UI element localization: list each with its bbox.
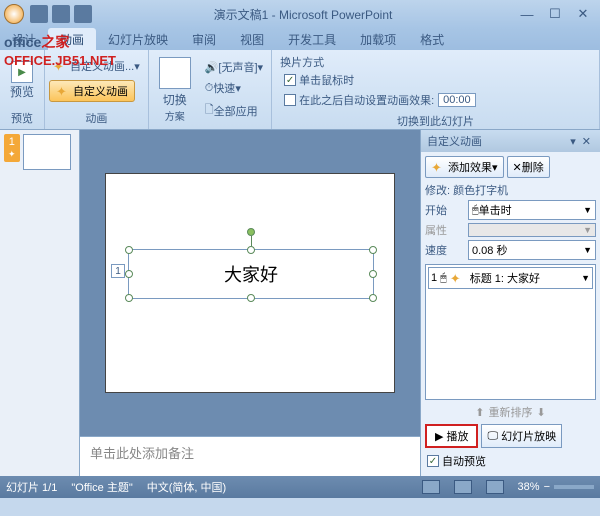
zoom-control[interactable]: 38% −	[518, 481, 594, 493]
slide-thumbnail[interactable]: 1✦	[4, 134, 75, 170]
theme-label: "Office 主题"	[71, 479, 132, 495]
checkbox-icon: ✓	[427, 455, 439, 467]
zoom-out-button[interactable]: −	[544, 481, 550, 493]
start-select[interactable]: 🖱 单击时▼	[468, 200, 596, 220]
start-label: 开始	[425, 202, 465, 218]
property-select: ▼	[468, 223, 596, 237]
taskpane-close-icon[interactable]: ✕	[579, 135, 594, 148]
task-pane-title: 自定义动画 ▾ ✕	[421, 130, 600, 152]
slide-count: 幻灯片 1/1	[6, 479, 57, 495]
zoom-slider[interactable]	[554, 485, 594, 489]
resize-handle[interactable]	[125, 270, 133, 278]
textbox-content[interactable]: 大家好	[129, 250, 373, 300]
slideshow-button[interactable]: 🖵 幻灯片放映	[481, 424, 562, 448]
resize-handle[interactable]	[125, 246, 133, 254]
speed-dropdown[interactable]: ⏱ 快速 ▾	[201, 78, 267, 98]
sound-dropdown[interactable]: 🔊 [无声音] ▾	[201, 57, 267, 77]
move-up-button: ⬆	[475, 406, 484, 419]
custom-animation-button[interactable]: 自定义动画	[49, 80, 135, 102]
remove-effect-button[interactable]: ✕ 删除	[507, 156, 550, 178]
move-down-button: ⬇	[537, 406, 546, 419]
titlebar: 演示文稿1 - Microsoft PowerPoint — ☐ ✕	[0, 0, 600, 28]
editor: 1 大家好 单击此处添加备注	[80, 130, 420, 476]
animation-tag[interactable]: 1	[111, 264, 125, 278]
checkbox-icon	[284, 94, 296, 106]
tab-review[interactable]: 审阅	[180, 28, 228, 50]
apply-all-button[interactable]: 🗋 全部应用	[201, 99, 267, 122]
tab-developer[interactable]: 开发工具	[276, 28, 348, 50]
ribbon-group-transition: 换片方式 ✓ 单击鼠标时 在此之后自动设置动画效果: 00:00 切换到此幻灯片	[272, 50, 600, 129]
slide-canvas[interactable]: 1 大家好	[105, 173, 395, 393]
view-normal-button[interactable]	[422, 480, 440, 494]
minimize-button[interactable]: —	[514, 5, 540, 23]
speed-label: 速度	[425, 242, 465, 258]
taskpane-dropdown-icon[interactable]: ▾	[567, 135, 579, 148]
office-button[interactable]	[4, 4, 24, 24]
tab-addins[interactable]: 加载项	[348, 28, 408, 50]
effect-item[interactable]: 1 🖱 标题 1: 大家好 ▼	[428, 267, 593, 289]
auto-time-input[interactable]: 00:00	[438, 93, 476, 107]
tab-view[interactable]: 视图	[228, 28, 276, 50]
maximize-button[interactable]: ☐	[542, 5, 568, 23]
resize-handle[interactable]	[369, 246, 377, 254]
play-button[interactable]: ▶ 播放	[425, 424, 478, 448]
effect-list[interactable]: 1 🖱 标题 1: 大家好 ▼	[425, 264, 596, 400]
add-effect-button[interactable]: 添加效果 ▾	[425, 156, 504, 178]
workspace: 1✦ 1 大家好	[0, 130, 600, 476]
auto-preview-checkbox[interactable]: ✓ 自动预览	[425, 450, 596, 472]
transition-title: 换片方式	[280, 54, 324, 70]
watermark: office之家 OFFICE.JB51.NET	[4, 32, 116, 68]
tab-format[interactable]: 格式	[408, 28, 456, 50]
on-click-checkbox[interactable]: ✓ 单击鼠标时	[280, 70, 358, 90]
resize-handle[interactable]	[125, 294, 133, 302]
star-icon	[450, 271, 464, 285]
qat-redo-icon[interactable]	[74, 5, 92, 23]
window-title: 演示文稿1 - Microsoft PowerPoint	[94, 6, 512, 23]
resize-handle[interactable]	[247, 294, 255, 302]
view-slideshow-button[interactable]	[486, 480, 504, 494]
qat-undo-icon[interactable]	[52, 5, 70, 23]
modify-label: 修改: 颜色打字机	[425, 180, 596, 200]
speed-select[interactable]: 0.08 秒▼	[468, 240, 596, 260]
star-icon	[56, 84, 70, 98]
property-label: 属性	[425, 222, 465, 238]
checkbox-icon: ✓	[284, 74, 296, 86]
rotate-handle[interactable]	[247, 228, 255, 236]
language-label[interactable]: 中文(简体, 中国)	[147, 479, 226, 495]
statusbar: 幻灯片 1/1 "Office 主题" 中文(简体, 中国) 38% −	[0, 476, 600, 498]
transition-icon	[159, 57, 191, 89]
star-icon	[431, 160, 445, 174]
resize-handle[interactable]	[247, 246, 255, 254]
close-button[interactable]: ✕	[570, 5, 596, 23]
dropdown-icon[interactable]: ▼	[581, 273, 590, 283]
slide-area[interactable]: 1 大家好	[80, 130, 420, 436]
slide-number-badge: 1✦	[4, 134, 20, 162]
ribbon-group-transition-scheme: 切换 方案 🔊 [无声音] ▾ ⏱ 快速 ▾ 🗋 全部应用	[149, 50, 272, 129]
slide-thumb-image	[23, 134, 71, 170]
notes-area[interactable]: 单击此处添加备注	[80, 436, 420, 476]
resize-handle[interactable]	[369, 270, 377, 278]
mouse-icon: 🖱	[440, 272, 447, 285]
transition-scheme-button[interactable]: 切换 方案	[153, 55, 197, 125]
auto-after-checkbox[interactable]: 在此之后自动设置动画效果: 00:00	[280, 90, 480, 110]
task-pane: 自定义动画 ▾ ✕ 添加效果 ▾ ✕ 删除 修改: 颜色打字机 开始 🖱 单击时…	[420, 130, 600, 476]
resize-handle[interactable]	[369, 294, 377, 302]
slide-panel: 1✦	[0, 130, 80, 476]
textbox-selected[interactable]: 1 大家好	[128, 249, 374, 299]
qat-save-icon[interactable]	[30, 5, 48, 23]
view-sorter-button[interactable]	[454, 480, 472, 494]
reorder-row: ⬆ 重新排序 ⬇	[425, 402, 596, 422]
